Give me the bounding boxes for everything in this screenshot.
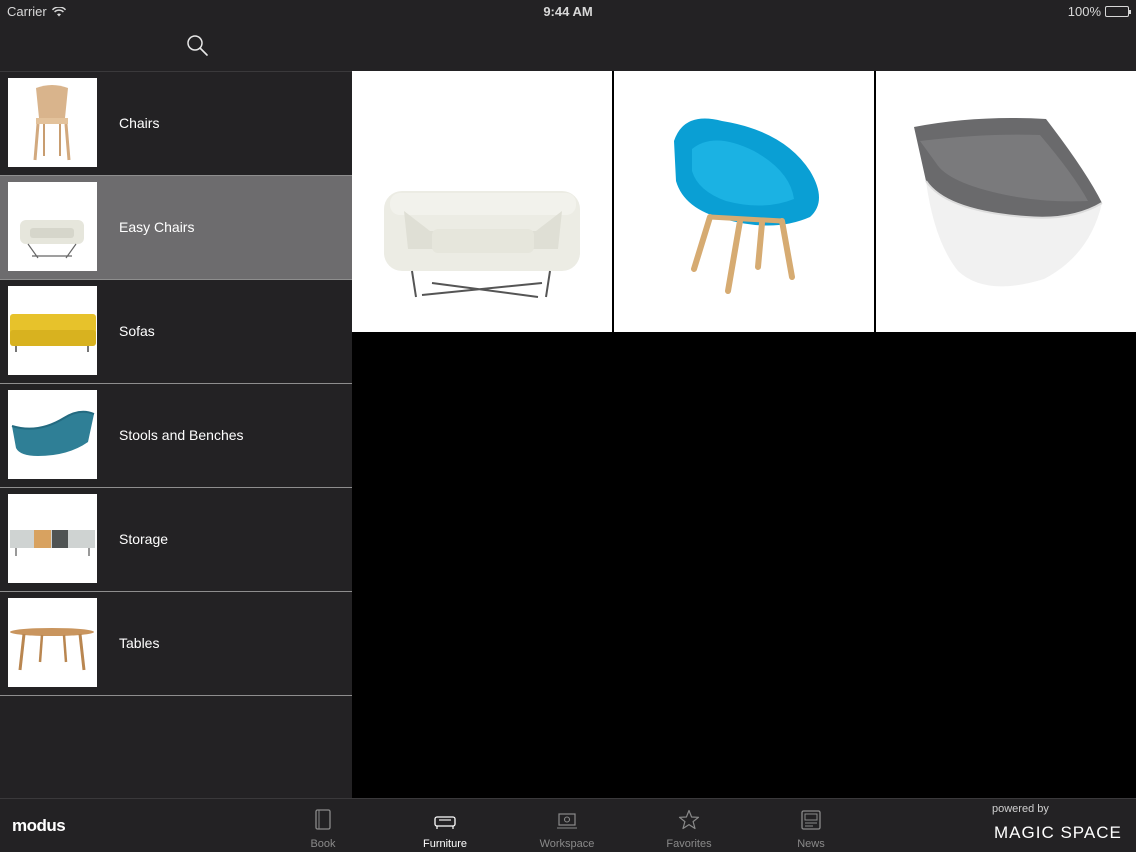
news-icon [801,810,821,830]
chair-thumbnail [8,78,97,167]
category-item-stools[interactable]: Stools and Benches [0,384,352,488]
status-bar: Carrier 9:44 AM 100% [0,0,1136,22]
tab-label: News [797,838,825,850]
category-item-sofas[interactable]: Sofas [0,280,352,384]
category-label: Stools and Benches [119,427,244,443]
workspace-icon [557,813,577,829]
product-grid [352,71,1136,798]
category-item-chairs[interactable]: Chairs [0,72,352,176]
sofa-icon [434,816,456,829]
stool-thumbnail [8,390,97,479]
star-icon [678,809,700,830]
tab-furniture[interactable]: Furniture [400,799,490,852]
easy-chair-thumbnail [8,182,97,271]
modus-logo: modus [12,816,66,835]
book-icon [315,809,331,830]
tab-bar: modus Book Furniture Workspace Favorites… [0,798,1136,852]
category-label: Sofas [119,323,155,339]
battery-percent: 100% [1067,4,1101,19]
white-easy-chair-image [384,191,580,298]
navigation-bar [0,22,1136,71]
tab-label: Furniture [422,838,468,850]
category-label: Chairs [119,115,160,131]
category-label: Tables [119,635,160,651]
storage-thumbnail [8,494,97,583]
tab-label: Workspace [539,838,595,850]
blue-easy-chair-image [674,118,819,294]
product-tile-1[interactable] [352,71,612,332]
app-window: Carrier 9:44 AM 100% Chairs Easy Chairs … [0,0,1136,852]
table-thumbnail [8,598,97,687]
product-tile-2[interactable] [614,71,874,332]
tab-label: Book [310,838,336,850]
category-label: Easy Chairs [119,219,195,235]
category-item-tables[interactable]: Tables [0,592,352,696]
tab-label: Favorites [666,838,712,850]
tab-favorites[interactable]: Favorites [644,799,734,852]
sofa-thumbnail [8,286,97,375]
powered-by-label: powered by [992,803,1049,815]
category-list: Chairs Easy Chairs Sofas Stools and Benc… [0,71,352,798]
tab-news[interactable]: News [766,799,856,852]
clock: 9:44 AM [543,4,593,19]
product-tile-3[interactable] [876,71,1136,332]
magic-space-logo: MAGIC SPACE [994,823,1122,842]
tab-workspace[interactable]: Workspace [522,799,612,852]
battery-icon [1105,6,1131,17]
category-item-easy-chairs[interactable]: Easy Chairs [0,176,352,280]
battery-indicator: 100% [1067,4,1131,19]
search-button[interactable] [185,33,211,59]
search-icon [187,35,208,56]
category-label: Storage [119,531,169,547]
category-item-storage[interactable]: Storage [0,488,352,592]
tab-book[interactable]: Book [278,799,368,852]
grey-shell-chair-image [914,118,1103,287]
